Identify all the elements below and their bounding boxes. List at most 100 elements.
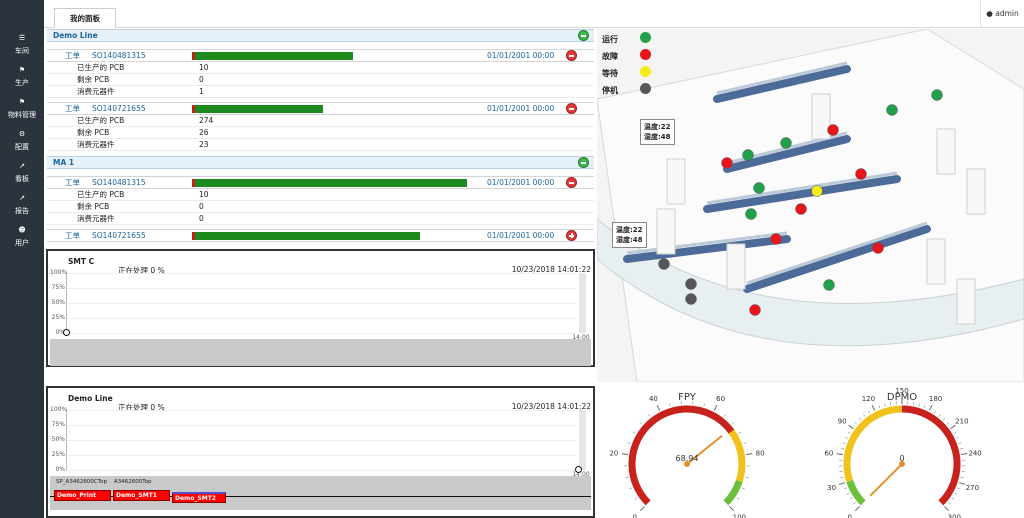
expand-button[interactable] — [566, 230, 577, 241]
stat-label: 已生产的 PCB — [77, 190, 125, 199]
machine-status-marker[interactable] — [745, 208, 757, 220]
gauge-tick — [746, 453, 753, 456]
work-order-number[interactable]: SO140481315 — [92, 177, 146, 189]
gauge-tick — [839, 482, 846, 485]
gauge-tick — [634, 497, 638, 500]
collapse-button[interactable] — [578, 157, 589, 168]
gauge-tick — [953, 431, 957, 434]
grid-line — [67, 333, 576, 334]
machine-status-marker[interactable] — [795, 203, 807, 215]
work-order-label: 工单 — [65, 51, 80, 60]
sensor-label[interactable]: 温度:22 湿度:48 — [612, 222, 647, 248]
stat-label: 消费元器件 — [77, 140, 115, 149]
sidebar-item-3[interactable]: ⚙ 配置 — [0, 130, 44, 152]
tab-my-dashboard[interactable]: 我的面板 — [54, 8, 116, 28]
sidebar-item-5[interactable]: ↗ 报告 — [0, 194, 44, 216]
collapse-button[interactable] — [566, 103, 577, 114]
sidebar-item-2[interactable]: ⚑ 物料管理 — [0, 98, 44, 120]
timeline-job[interactable]: Demo_SMT1 — [113, 490, 170, 501]
gauge-0: FPY02040 608010068.94 — [609, 392, 764, 518]
work-order-row[interactable]: 工单 SO140481315 01/01/2001 00:00 — [47, 49, 594, 62]
machine-status-marker[interactable] — [780, 137, 792, 149]
stat-label: 剩余 PCB — [77, 75, 110, 84]
wall-block — [666, 158, 686, 205]
gauge-tick — [629, 487, 633, 490]
work-order-label: 工单 — [65, 231, 80, 240]
progress-chart: 100% 75% 50% 25% 0% 14:00 — [50, 406, 590, 478]
status-legend-item: 运行 — [602, 32, 662, 45]
stat-label: 消费元器件 — [77, 214, 115, 223]
machine-status-marker[interactable] — [658, 258, 670, 270]
gauge-tick — [842, 442, 846, 444]
work-order-label: 工单 — [65, 104, 80, 113]
factory-map: 运行 故障 等待 停机 温度:22 湿度:48 温度:22 湿度:48 — [596, 28, 1024, 383]
machine-status-marker[interactable] — [827, 124, 839, 136]
gauge-tick — [743, 442, 747, 444]
machine-status-marker[interactable] — [872, 242, 884, 254]
grid-line — [67, 440, 576, 441]
machine-status-marker[interactable] — [770, 233, 782, 245]
machine-status-marker[interactable] — [931, 89, 943, 101]
sidebar-item-label: 生产 — [15, 79, 29, 87]
sidebar-item-label: 报告 — [15, 207, 29, 215]
collapse-button[interactable] — [566, 50, 577, 61]
machine-status-marker[interactable] — [685, 293, 697, 305]
gauge-tick-label: 30 — [827, 484, 836, 492]
sensor-label[interactable]: 温度:22 湿度:48 — [640, 119, 675, 145]
panel-title: SMT C — [68, 257, 95, 266]
timeline-job[interactable]: Demo_SMT2 — [172, 492, 226, 503]
line-header[interactable]: MA 1 — [47, 156, 594, 169]
machine-status-marker[interactable] — [742, 149, 754, 161]
work-order-row[interactable]: 工单 SO140721655 01/01/2001 00:00 — [47, 229, 594, 242]
sidebar-item-6[interactable]: ☻ 用户 — [0, 226, 44, 248]
machine-status-marker[interactable] — [811, 185, 823, 197]
collapse-button[interactable] — [578, 30, 589, 41]
sidebar-item-label: 用户 — [15, 239, 29, 247]
machine-status-marker[interactable] — [685, 278, 697, 290]
stat-label: 已生产的 PCB — [77, 116, 125, 125]
gauge-tick — [729, 506, 735, 512]
flag-icon: ⚑ — [18, 66, 26, 74]
progress-point[interactable] — [63, 329, 70, 336]
work-order-number[interactable]: SO140721655 — [92, 230, 146, 242]
sidebar-item-1[interactable]: ⚑ 生产 — [0, 66, 44, 88]
gauge-tick-label: 20 — [609, 449, 618, 457]
wall-block — [656, 208, 676, 255]
gauge-tick-label: 0 — [632, 513, 636, 518]
timeline-tag: A3462600Top — [114, 479, 152, 485]
status-legend-item: 停机 — [602, 83, 662, 96]
user-menu[interactable]: ● admin — [980, 0, 1024, 28]
machine-status-marker[interactable] — [886, 104, 898, 116]
work-order-number[interactable]: SO140721655 — [92, 103, 146, 115]
gear-icon: ⚙ — [18, 130, 26, 138]
y-tick-label: 25% — [51, 451, 65, 458]
sidebar-item-4[interactable]: ↗ 看板 — [0, 162, 44, 184]
gauge-tick — [958, 482, 965, 485]
gauge-tick — [836, 453, 843, 456]
work-order-row[interactable]: 工单 SO140481315 01/01/2001 00:00 — [47, 176, 594, 189]
work-order-row[interactable]: 工单 SO140721655 01/01/2001 00:00 — [47, 102, 594, 115]
timeline-area: SP_A3462600CTop A3462600Top Demo_Print Demo… — [50, 476, 591, 510]
progress-point[interactable] — [575, 466, 582, 473]
gauge-tick — [928, 404, 933, 411]
stat-row: 剩余 PCB 0 — [47, 201, 594, 213]
timeline-job[interactable]: Demo_Print — [54, 490, 111, 501]
machine-status-marker[interactable] — [749, 304, 761, 316]
wall-block — [926, 238, 946, 285]
machine-status-marker[interactable] — [721, 157, 733, 169]
line-header[interactable]: Demo Line — [47, 29, 594, 42]
machine-status-marker[interactable] — [855, 168, 867, 180]
sidebar-item-0[interactable]: ☰ 车间 — [0, 34, 44, 56]
y-tick-label: 50% — [51, 436, 65, 443]
stat-value: 26 — [199, 128, 209, 137]
work-order-date: 01/01/2001 00:00 — [487, 231, 555, 240]
gauge-tick — [960, 476, 964, 478]
work-order-number[interactable]: SO140481315 — [92, 50, 146, 62]
machine-status-marker[interactable] — [823, 279, 835, 291]
stat-row: 消费元器件 23 — [47, 139, 594, 151]
grid-line — [67, 303, 576, 304]
machine-status-marker[interactable] — [753, 182, 765, 194]
collapse-button[interactable] — [566, 177, 577, 188]
legend-label: 运行 — [602, 35, 618, 44]
gauge-tick — [938, 414, 941, 417]
